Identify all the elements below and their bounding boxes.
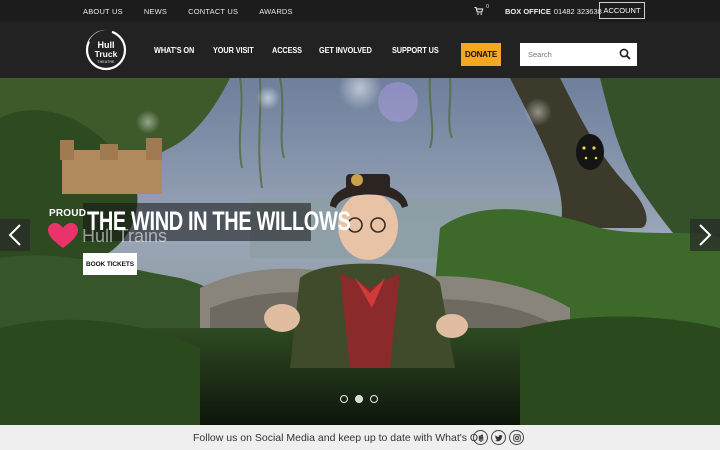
hull-truck-logo[interactable]: Hull Truck THEATRE: [82, 28, 130, 72]
box-office: BOX OFFICE 01482 323638: [505, 0, 602, 22]
account-button[interactable]: ACCOUNT: [599, 2, 645, 19]
main-header: Hull Truck THEATRE WHAT'S ON YOUR VISIT …: [0, 22, 720, 78]
chevron-left-icon: [8, 224, 21, 246]
carousel-next-button[interactable]: [690, 219, 720, 251]
facebook-icon: [478, 434, 483, 442]
instagram-link[interactable]: [509, 430, 524, 445]
heart-icon: [48, 223, 78, 248]
search-icon[interactable]: [619, 48, 631, 60]
news-link[interactable]: NEWS: [144, 7, 167, 16]
carousel-dot-1[interactable]: [340, 395, 348, 403]
carousel-dots: [340, 395, 378, 403]
book-tickets-button[interactable]: BOOK TICKETS: [83, 253, 137, 275]
twitter-link[interactable]: [491, 430, 506, 445]
about-us-link[interactable]: ABOUT US: [83, 7, 123, 16]
hero-title: THE WIND IN THE WILLOWS: [87, 206, 351, 236]
search-box: [520, 43, 637, 66]
donate-button[interactable]: DONATE: [461, 43, 501, 66]
hero-image: [0, 78, 720, 425]
utility-bar: ABOUT US NEWS CONTACT US AWARDS 0 BOX OF…: [0, 0, 720, 22]
sponsor-label: PROUD: [49, 208, 87, 219]
contact-us-link[interactable]: CONTACT US: [188, 7, 238, 16]
facebook-link[interactable]: [473, 430, 488, 445]
svg-text:THEATRE: THEATRE: [97, 60, 114, 64]
instagram-icon: [512, 433, 521, 442]
carousel-dot-2[interactable]: [355, 395, 363, 403]
cart-button[interactable]: 0: [474, 4, 489, 18]
carousel-dot-3[interactable]: [370, 395, 378, 403]
social-follow-text: Follow us on Social Media and keep up to…: [193, 431, 484, 444]
cart-count: 0: [486, 4, 490, 10]
social-icons: [473, 430, 524, 445]
carousel-prev-button[interactable]: [0, 219, 30, 251]
nav-access[interactable]: ACCESS: [272, 45, 302, 55]
nav-whats-on[interactable]: WHAT'S ON: [154, 45, 194, 55]
awards-link[interactable]: AWARDS: [259, 7, 293, 16]
svg-text:Truck: Truck: [95, 49, 118, 59]
box-office-label: BOX OFFICE: [505, 6, 551, 16]
search-input[interactable]: [520, 44, 616, 65]
nav-support-us[interactable]: SUPPORT US: [392, 45, 439, 55]
hero-banner: PROUD Hull Trains THE WIND IN THE WILLOW…: [0, 78, 720, 425]
box-office-phone[interactable]: 01482 323638: [554, 7, 602, 16]
chevron-right-icon: [699, 224, 712, 246]
social-bar: Follow us on Social Media and keep up to…: [0, 425, 720, 450]
nav-your-visit[interactable]: YOUR VISIT: [213, 45, 254, 55]
main-nav: WHAT'S ON YOUR VISIT ACCESS GET INVOLVED…: [154, 22, 459, 78]
utility-links: ABOUT US NEWS CONTACT US AWARDS: [83, 0, 314, 22]
cart-icon: [474, 7, 484, 15]
nav-get-involved[interactable]: GET INVOLVED: [319, 45, 372, 55]
twitter-icon: [494, 434, 503, 441]
